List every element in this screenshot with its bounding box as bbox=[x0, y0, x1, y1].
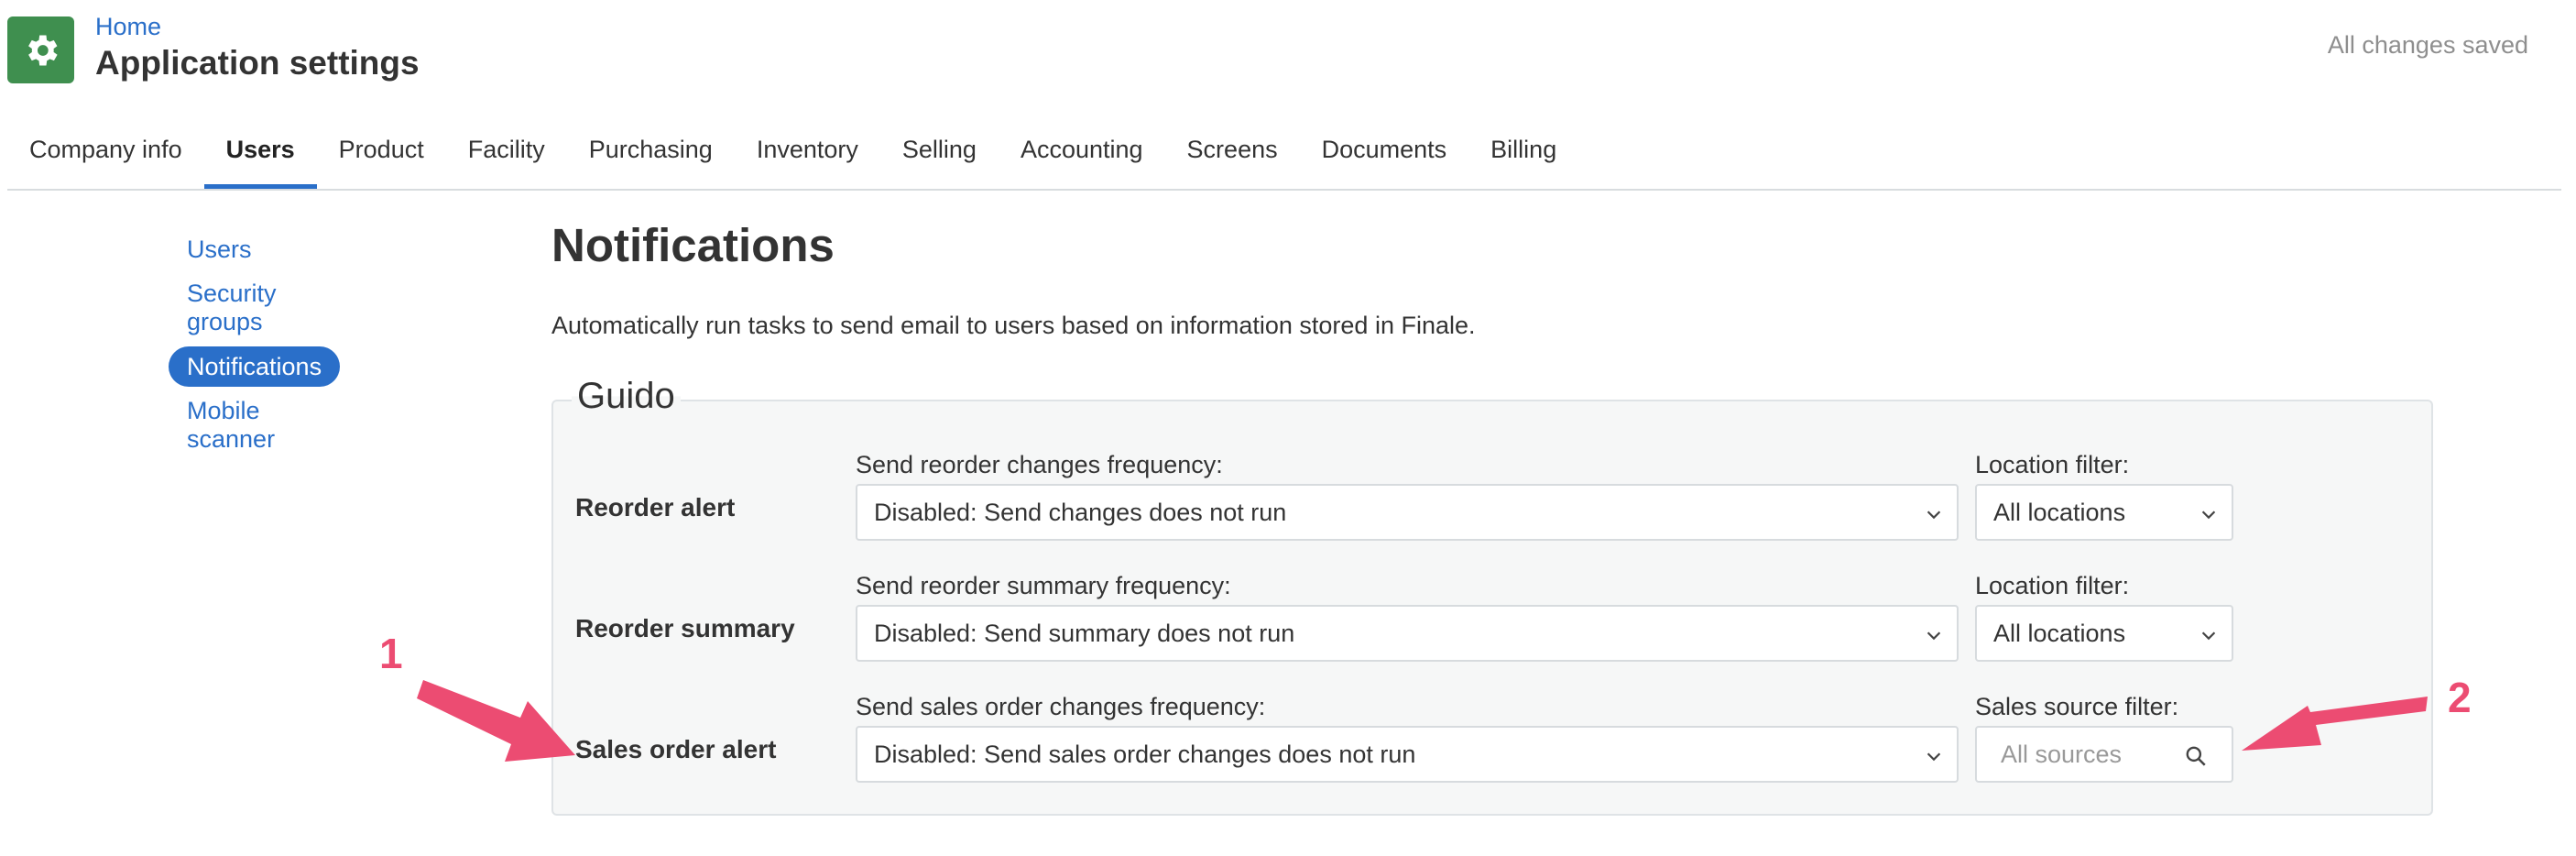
annotation-arrows bbox=[417, 680, 2428, 762]
annotation-number-2: 2 bbox=[2448, 674, 2472, 721]
annotation-arrow-2 bbox=[2242, 697, 2428, 751]
annotation-arrow-1 bbox=[417, 680, 575, 762]
annotation-number-1: 1 bbox=[379, 630, 403, 677]
